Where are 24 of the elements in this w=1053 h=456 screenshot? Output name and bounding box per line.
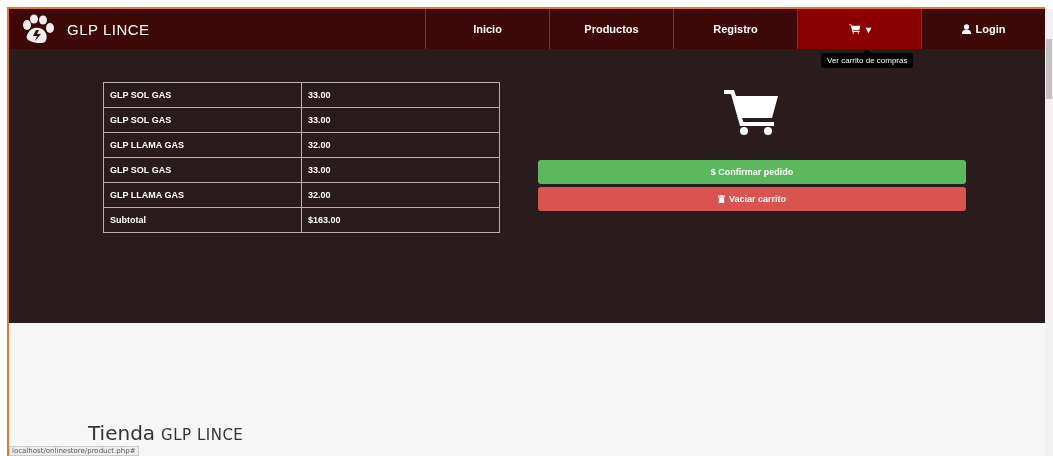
price-cell: 33.00 (301, 82, 500, 108)
empty-cart-button[interactable]: Vaciar carrito (538, 187, 966, 211)
cart-icon (848, 24, 861, 34)
product-cell: GLP LLAMA GAS (103, 182, 302, 208)
paw-logo-icon (21, 14, 55, 44)
product-cell: GLP SOL GAS (103, 82, 302, 108)
product-cell: GLP SOL GAS (103, 157, 302, 183)
trash-icon (717, 195, 725, 203)
user-icon (961, 24, 971, 34)
brand-name[interactable]: GLP LINCE (67, 20, 150, 38)
price-cell: 33.00 (301, 107, 500, 133)
product-cell: GLP LLAMA GAS (103, 132, 302, 158)
price-cell: 33.00 (301, 157, 500, 183)
price-cell: 32.00 (301, 182, 500, 208)
cart-icon (723, 88, 781, 136)
product-cell: Subtotal (103, 207, 302, 233)
price-cell: 32.00 (301, 132, 500, 158)
cart-menu-button[interactable]: ▾ (797, 9, 921, 49)
scrollbar-thumb[interactable] (1046, 39, 1052, 99)
store-brand: GLP LINCE (161, 426, 244, 444)
price-cell: $163.00 (301, 207, 500, 233)
store-title: Tienda (88, 421, 156, 445)
product-cell: GLP SOL GAS (103, 107, 302, 133)
scrollbar[interactable] (1045, 9, 1053, 456)
